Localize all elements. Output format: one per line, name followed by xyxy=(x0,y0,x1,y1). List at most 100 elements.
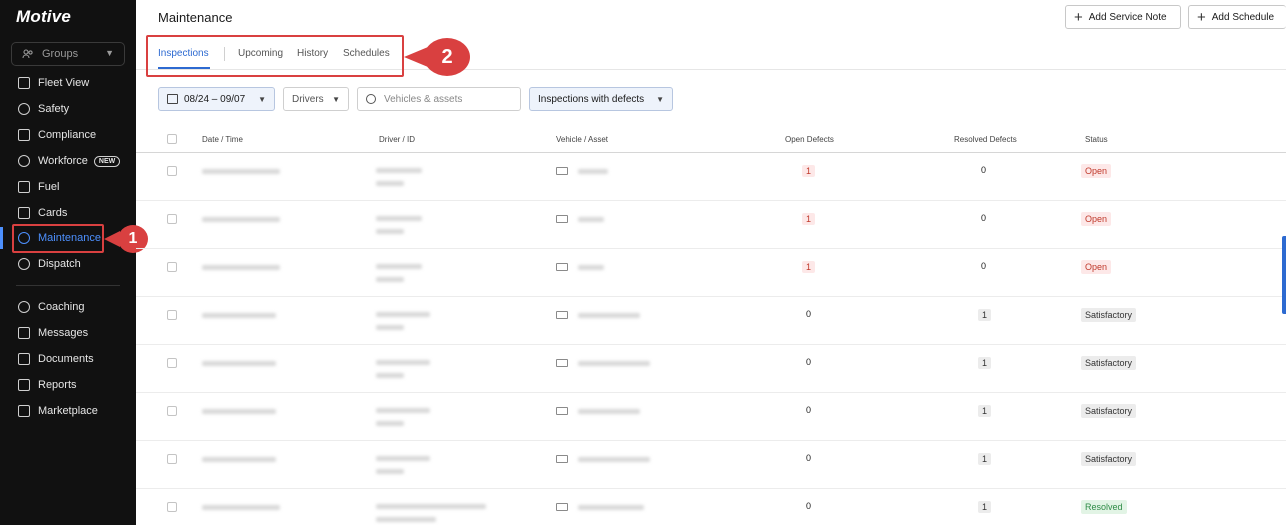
table-row[interactable]: 1 0 Open xyxy=(136,249,1286,297)
redacted-driver xyxy=(376,504,486,509)
active-indicator xyxy=(0,227,3,249)
status-badge: Satisfactory xyxy=(1081,308,1137,322)
marketplace-icon xyxy=(18,405,30,417)
button-label: Add Service Note xyxy=(1088,11,1167,23)
plus-icon: + xyxy=(1074,8,1083,26)
app-root: Motive Groups ▼ Fleet View Safety Compli… xyxy=(0,0,1286,525)
sidebar-item-documents[interactable]: Documents xyxy=(12,348,132,370)
add-service-note-button[interactable]: + Add Service Note xyxy=(1065,5,1181,29)
column-header-status[interactable]: Status xyxy=(1085,135,1108,144)
sidebar-divider xyxy=(16,285,120,286)
resolved-defects-count: 1 xyxy=(978,501,992,513)
row-checkbox[interactable] xyxy=(167,262,177,272)
add-schedule-button[interactable]: + Add Schedule xyxy=(1188,5,1286,29)
annotation-callout-2: 2 xyxy=(424,38,470,76)
groups-dropdown[interactable]: Groups ▼ xyxy=(11,42,125,66)
open-defects-count: 0 xyxy=(806,357,812,367)
table-row[interactable]: 0 1 Resolved xyxy=(136,489,1286,525)
sidebar-item-messages[interactable]: Messages xyxy=(12,322,132,344)
resolved-defects-count: 0 xyxy=(981,165,987,175)
open-defects-count: 1 xyxy=(802,165,816,177)
row-checkbox[interactable] xyxy=(167,502,177,512)
fuel-icon xyxy=(18,181,30,193)
drivers-filter[interactable]: Drivers ▼ xyxy=(283,87,349,111)
status-badge: Open xyxy=(1081,212,1112,226)
status-badge: Open xyxy=(1081,164,1112,178)
sidebar-item-label: Workforce xyxy=(38,155,88,167)
new-badge: NEW xyxy=(93,155,121,167)
sidebar-item-label: Messages xyxy=(38,327,89,339)
sidebar-item-cards[interactable]: Cards xyxy=(12,202,132,224)
redacted-driver-id xyxy=(376,277,404,282)
inspection-type-filter[interactable]: Inspections with defects ▼ xyxy=(529,87,673,111)
table-row[interactable]: 1 0 Open xyxy=(136,153,1286,201)
redacted-driver xyxy=(376,168,422,173)
sidebar-item-label: Compliance xyxy=(38,129,97,141)
truck-icon xyxy=(556,503,568,511)
row-checkbox[interactable] xyxy=(167,358,177,368)
trailer-icon xyxy=(556,311,568,319)
table-row[interactable]: 0 1 Satisfactory xyxy=(136,393,1286,441)
sidebar-item-workforce[interactable]: Workforce NEW xyxy=(12,150,132,172)
sidebar-item-label: Safety xyxy=(38,103,70,115)
truck-icon xyxy=(556,215,568,223)
row-checkbox[interactable] xyxy=(167,406,177,416)
sidebar-item-dispatch[interactable]: Dispatch xyxy=(12,253,132,275)
drivers-label: Drivers xyxy=(292,93,324,105)
resolved-defects-count: 1 xyxy=(978,309,992,321)
sidebar-item-marketplace[interactable]: Marketplace xyxy=(12,400,132,422)
sidebar-item-label: Cards xyxy=(38,207,68,219)
status-badge: Open xyxy=(1081,260,1112,274)
inspection-type-value: Inspections with defects xyxy=(538,93,645,105)
sidebar-item-compliance[interactable]: Compliance xyxy=(12,124,132,146)
redacted-date xyxy=(202,313,276,318)
trailer-icon xyxy=(556,407,568,415)
resolved-defects-count: 0 xyxy=(981,261,987,271)
chevron-down-icon: ▼ xyxy=(105,48,114,58)
feedback-side-tab[interactable] xyxy=(1282,236,1286,314)
redacted-driver xyxy=(376,408,430,413)
redacted-vehicle xyxy=(578,457,650,462)
column-header-driver[interactable]: Driver / ID xyxy=(379,135,415,144)
row-checkbox[interactable] xyxy=(167,454,177,464)
redacted-driver-id xyxy=(376,181,404,186)
status-badge: Satisfactory xyxy=(1081,404,1137,418)
redacted-vehicle xyxy=(578,505,644,510)
column-header-date[interactable]: Date / Time xyxy=(202,135,243,144)
row-checkbox[interactable] xyxy=(167,310,177,320)
table-row[interactable]: 0 1 Satisfactory xyxy=(136,345,1286,393)
documents-icon xyxy=(18,353,30,365)
table-row[interactable]: 0 1 Satisfactory xyxy=(136,441,1286,489)
row-checkbox[interactable] xyxy=(167,166,177,176)
date-range-filter[interactable]: 08/24 – 09/07 ▼ xyxy=(158,87,275,111)
motive-logo[interactable]: Motive xyxy=(16,7,71,27)
column-header-open-defects[interactable]: Open Defects xyxy=(785,135,834,144)
redacted-vehicle xyxy=(578,409,640,414)
sidebar-item-label: Coaching xyxy=(38,301,85,313)
redacted-vehicle xyxy=(578,217,604,222)
redacted-vehicle xyxy=(578,169,608,174)
table-row[interactable]: 1 0 Open xyxy=(136,201,1286,249)
row-checkbox[interactable] xyxy=(167,214,177,224)
redacted-driver xyxy=(376,216,422,221)
table-row[interactable]: 0 1 Satisfactory xyxy=(136,297,1286,345)
column-header-resolved-defects[interactable]: Resolved Defects xyxy=(954,135,1017,144)
column-header-vehicle[interactable]: Vehicle / Asset xyxy=(556,135,608,144)
dispatch-icon xyxy=(18,258,30,270)
sidebar-item-label: Marketplace xyxy=(38,405,98,417)
plus-icon: + xyxy=(1197,8,1206,26)
groups-label: Groups xyxy=(42,48,79,60)
shield-icon xyxy=(18,103,30,115)
sidebar-item-fleet-view[interactable]: Fleet View xyxy=(12,72,132,94)
select-all-checkbox[interactable] xyxy=(167,134,177,144)
sidebar-item-reports[interactable]: Reports xyxy=(12,374,132,396)
sidebar-item-coaching[interactable]: Coaching xyxy=(12,296,132,318)
groups-icon xyxy=(22,48,34,60)
redacted-vehicle xyxy=(578,265,604,270)
messages-icon xyxy=(18,327,30,339)
open-defects-count: 0 xyxy=(806,453,812,463)
redacted-vehicle xyxy=(578,313,640,318)
vehicles-search-input[interactable]: Vehicles & assets xyxy=(357,87,521,111)
sidebar-item-safety[interactable]: Safety xyxy=(12,98,132,120)
sidebar-item-fuel[interactable]: Fuel xyxy=(12,176,132,198)
